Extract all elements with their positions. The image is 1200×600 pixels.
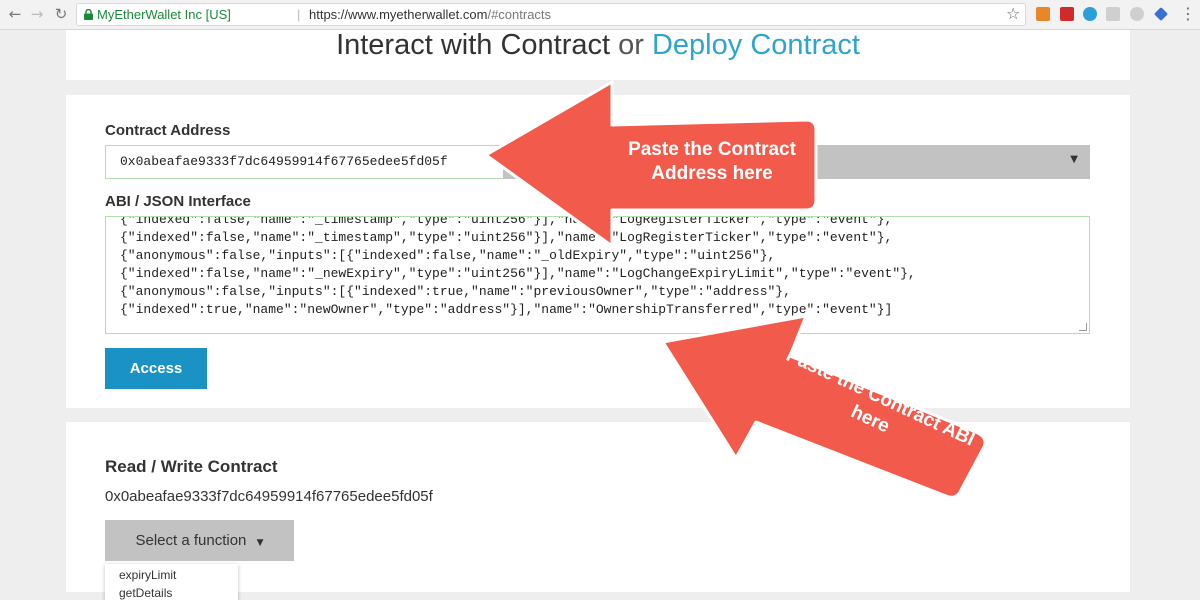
omnibox-separator: | bbox=[297, 7, 301, 22]
back-icon[interactable]: ← bbox=[6, 5, 24, 23]
url-text: https://www.myetherwallet.com/#contracts bbox=[309, 7, 552, 22]
abi-label: ABI / JSON Interface bbox=[105, 193, 251, 210]
extension-icon[interactable] bbox=[1106, 7, 1120, 21]
contract-address-row: 0x0abeafae9333f7dc64959914f67765edee5fd0… bbox=[105, 145, 1090, 179]
contract-address-input[interactable]: 0x0abeafae9333f7dc64959914f67765edee5fd0… bbox=[105, 145, 505, 179]
reload-icon[interactable]: ↻ bbox=[52, 5, 70, 23]
access-button[interactable]: Access bbox=[105, 348, 207, 389]
bookmark-star-icon[interactable]: ☆ bbox=[1006, 4, 1020, 23]
function-option[interactable]: expiryLimit bbox=[119, 568, 176, 582]
secure-site-label: MyEtherWallet Inc [US] bbox=[97, 7, 231, 22]
read-write-address: 0x0abeafae9333f7dc64959914f67765edee5fd0… bbox=[105, 488, 433, 505]
function-dropdown-menu: expiryLimit getDetails bbox=[105, 564, 238, 600]
extension-icon[interactable] bbox=[1060, 7, 1074, 21]
extension-icon[interactable] bbox=[1130, 7, 1144, 21]
menu-icon[interactable]: ⋮ bbox=[1180, 4, 1196, 23]
address-bar[interactable]: MyEtherWallet Inc [US] | https://www.mye… bbox=[76, 3, 1026, 26]
page-title: Interact with Contract or Deploy Contrac… bbox=[66, 30, 1130, 60]
address-annotation-text: Paste the Contract Address here bbox=[628, 139, 796, 184]
browser-toolbar: ← → ↻ MyEtherWallet Inc [US] | https://w… bbox=[0, 0, 1200, 30]
deploy-contract-link[interactable]: Deploy Contract bbox=[652, 29, 860, 61]
heading-card: Interact with Contract or Deploy Contrac… bbox=[66, 30, 1130, 80]
extension-icon[interactable] bbox=[1083, 7, 1097, 21]
ethereum-extension-icon[interactable] bbox=[1154, 7, 1168, 21]
caret-down-icon: ▼ bbox=[1070, 154, 1078, 165]
read-write-title: Read / Write Contract bbox=[105, 457, 278, 476]
page-title-or: or bbox=[618, 29, 644, 61]
page-title-main: Interact with Contract bbox=[336, 29, 611, 61]
forward-icon[interactable]: → bbox=[28, 5, 46, 23]
interact-form-card: Contract Address 0x0abeafae9333f7dc64959… bbox=[66, 95, 1130, 408]
contract-address-label: Contract Address bbox=[105, 122, 231, 139]
select-function-label: Select a function bbox=[135, 532, 247, 549]
select-function-button[interactable]: Select a function ▼ bbox=[105, 520, 294, 561]
abi-text: {"indexed":false,"name":"_timestamp","ty… bbox=[120, 216, 916, 317]
lock-icon bbox=[84, 9, 93, 20]
abi-textarea[interactable]: {"indexed":false,"name":"_timestamp","ty… bbox=[105, 216, 1090, 334]
caret-down-icon: ▼ bbox=[256, 538, 264, 548]
function-option[interactable]: getDetails bbox=[119, 586, 172, 600]
resize-handle[interactable] bbox=[1079, 323, 1087, 331]
metamask-extension-icon[interactable] bbox=[1036, 7, 1050, 21]
